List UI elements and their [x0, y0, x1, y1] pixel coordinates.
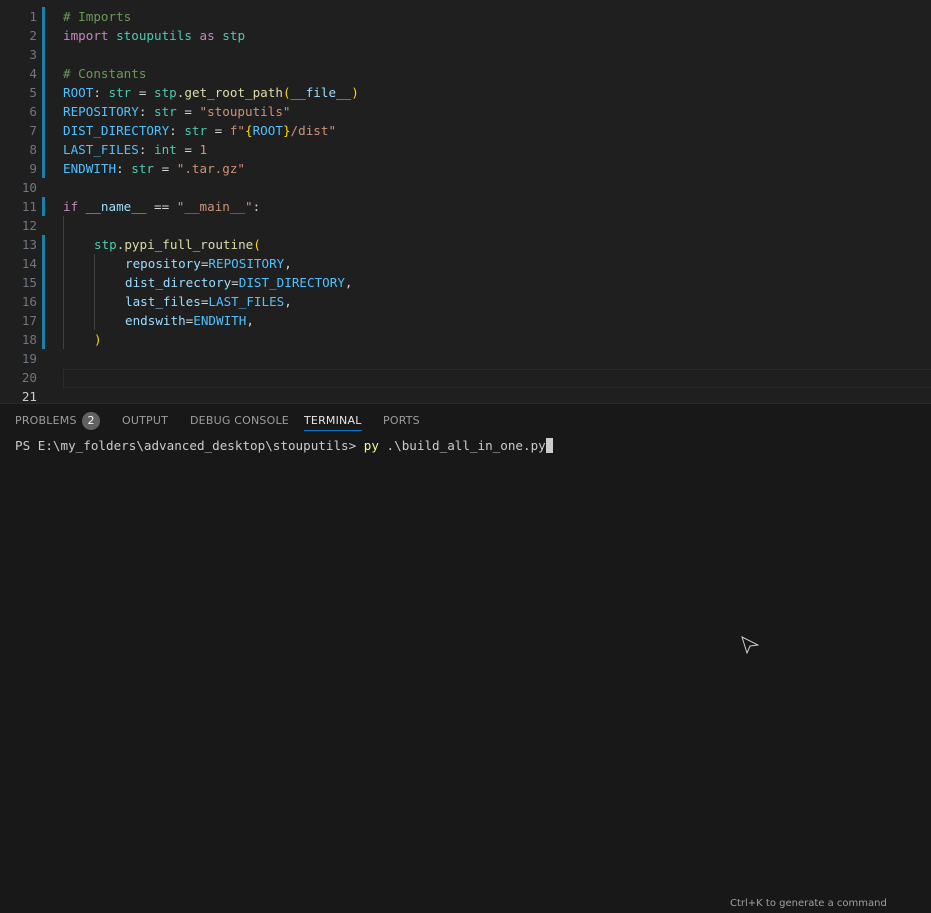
code-line[interactable]: 12 if __name__ == "__main__":: [0, 197, 931, 233]
closing-paren: ): [94, 332, 102, 347]
keyword-argument: repository: [125, 256, 201, 271]
string-literal: ".tar.gz": [176, 161, 245, 176]
code-line[interactable]: 18 endswith=ENDWITH,: [0, 311, 931, 347]
constant-name: DIST_DIRECTORY: [63, 123, 170, 138]
bottom-panel: PROBLEMS 2 OUTPUT DEBUG CONSOLE TERMINAL…: [0, 403, 931, 913]
keyword-argument: last_files: [125, 294, 201, 309]
line-number: 21: [21, 389, 37, 403]
function-name: pypi_full_routine: [124, 237, 254, 252]
problems-count-badge: 2: [82, 412, 100, 430]
code-line[interactable]: 13: [0, 216, 931, 252]
constant-name: ENDWITH: [63, 161, 117, 176]
code-line[interactable]: 19 ): [0, 330, 931, 366]
code-line[interactable]: 17 last_files=LAST_FILES,: [0, 292, 931, 328]
code-line[interactable]: 6 ROOT: str = stp.get_root_path(__file__…: [0, 83, 931, 119]
code-editor[interactable]: 1 2 # Imports 3 import stouputils as stp…: [0, 0, 931, 403]
code-line[interactable]: 4: [0, 45, 931, 81]
code-line[interactable]: 5 # Constants: [0, 64, 931, 100]
argument-value: REPOSITORY: [208, 256, 285, 271]
terminal-command: py: [363, 438, 379, 453]
code-line-current[interactable]: 21: [0, 368, 931, 403]
code-line[interactable]: 2 # Imports: [0, 7, 931, 43]
tab-output[interactable]: OUTPUT: [122, 414, 168, 427]
type-annotation: str: [184, 123, 208, 138]
string-literal: "__main__": [176, 199, 253, 214]
code-line[interactable]: 7 REPOSITORY: str = "stouputils": [0, 102, 931, 138]
terminal-cursor: [545, 438, 553, 453]
code-line[interactable]: 14 stp.pypi_full_routine(: [0, 235, 931, 271]
terminal-prompt: PS E:\my_folders\advanced_desktop\stoupu…: [15, 438, 364, 453]
panel-tabs: PROBLEMS 2 OUTPUT DEBUG CONSOLE TERMINAL…: [0, 404, 931, 438]
constant-name: REPOSITORY: [63, 104, 139, 119]
constant-name: ROOT: [63, 85, 94, 100]
tab-problems[interactable]: PROBLEMS: [15, 414, 77, 427]
tab-terminal[interactable]: TERMINAL: [304, 414, 362, 431]
terminal-hint: Ctrl+K to generate a command: [730, 898, 887, 909]
argument-value: ENDWITH: [193, 313, 247, 328]
keyword-as: as: [199, 28, 215, 43]
code-line[interactable]: 16 dist_directory=DIST_DIRECTORY,: [0, 273, 931, 309]
dunder-name: __name__: [85, 199, 147, 214]
argument-value: LAST_FILES: [208, 294, 285, 309]
comment: # Constants: [63, 66, 147, 81]
code-line[interactable]: 15 repository=REPOSITORY,: [0, 254, 931, 290]
code-line[interactable]: 8 DIST_DIRECTORY: str = f"{ROOT}/dist": [0, 121, 931, 157]
module-alias: stp: [222, 28, 246, 43]
keyword-if: if: [63, 199, 79, 214]
argument: __file__: [290, 85, 352, 100]
arrow-pointer-icon: [741, 636, 759, 654]
argument-value: DIST_DIRECTORY: [238, 275, 345, 290]
type-annotation: str: [108, 85, 132, 100]
code-line[interactable]: 3 import stouputils as stp: [0, 26, 931, 62]
tab-debug-console[interactable]: DEBUG CONSOLE: [190, 414, 289, 427]
code-line[interactable]: 11: [0, 178, 931, 214]
tab-ports[interactable]: PORTS: [383, 414, 420, 427]
keyword-import: import: [63, 28, 109, 43]
module-ref: stp: [94, 237, 117, 252]
function-name: get_root_path: [184, 85, 283, 100]
comment: # Imports: [63, 9, 132, 24]
keyword-argument: endswith: [125, 313, 186, 328]
fstring-rest: /dist": [290, 123, 337, 138]
code-line[interactable]: 20: [0, 349, 931, 385]
number-literal: 1: [199, 142, 208, 157]
string-literal: "stouputils": [199, 104, 291, 119]
code-line[interactable]: 9 LAST_FILES: int = 1: [0, 140, 931, 176]
type-annotation: int: [154, 142, 177, 157]
code-line[interactable]: 10 ENDWITH: str = ".tar.gz": [0, 159, 931, 195]
keyword-argument: dist_directory: [125, 275, 232, 290]
terminal-output[interactable]: PS E:\my_folders\advanced_desktop\stoupu…: [15, 437, 553, 455]
code-line[interactable]: 1: [0, 0, 931, 24]
fstring-prefix: f": [229, 123, 245, 138]
module-name: stouputils: [116, 28, 192, 43]
type-annotation: str: [154, 104, 177, 119]
type-annotation: str: [131, 161, 154, 176]
terminal-argument: .\build_all_in_one.py: [378, 438, 546, 453]
module-ref: stp: [154, 85, 177, 100]
fstring-expression: ROOT: [252, 123, 283, 138]
constant-name: LAST_FILES: [63, 142, 139, 157]
